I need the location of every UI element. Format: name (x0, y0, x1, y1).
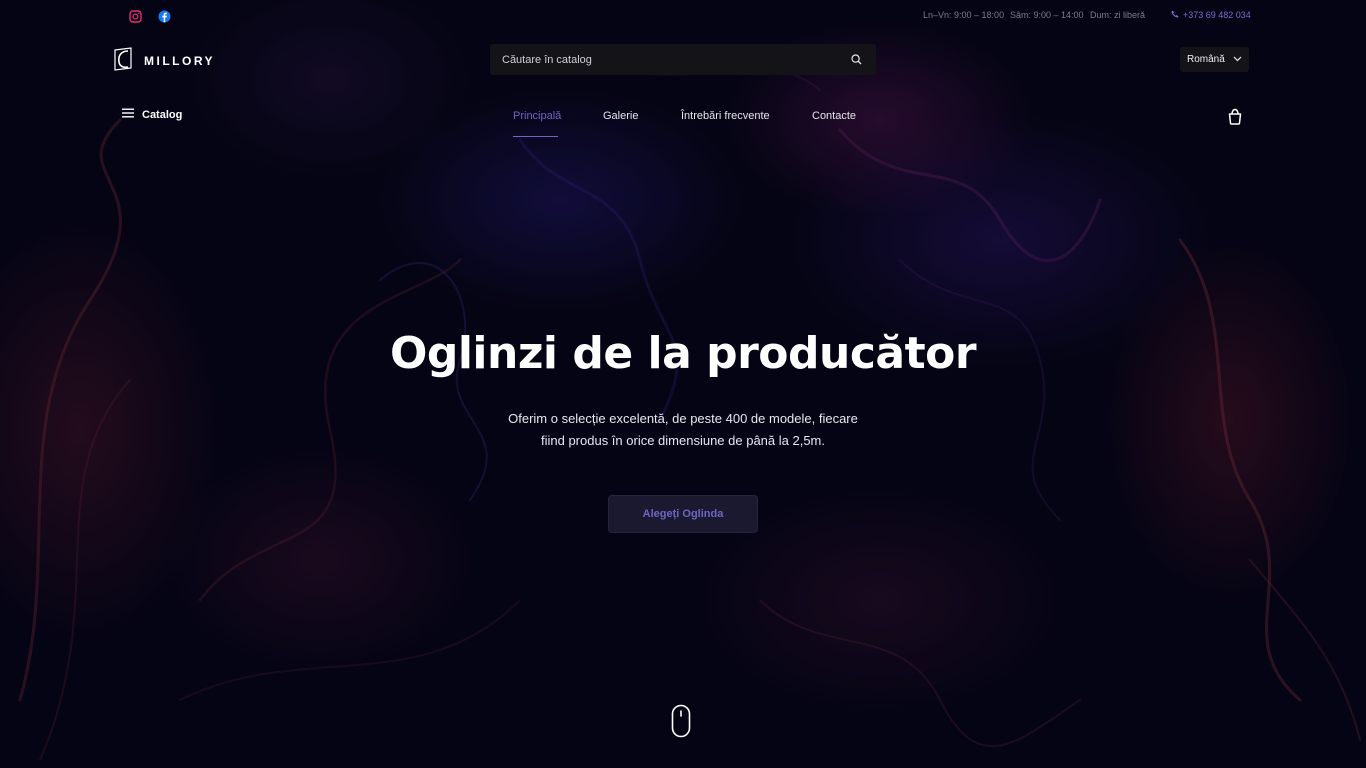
language-selected: Română (1187, 54, 1225, 65)
search-icon[interactable] (848, 52, 864, 68)
hero-subtitle-line-2: fiind produs în orice dimensiune de până… (540, 433, 825, 448)
hours-weekdays: Ln–Vn: 9:00 – 18:00 (923, 10, 1005, 20)
nav-item-contacte[interactable]: Contacte (812, 110, 856, 122)
facebook-icon[interactable] (156, 8, 172, 24)
nav-active-indicator (513, 136, 558, 137)
instagram-icon[interactable] (127, 8, 143, 24)
search-input[interactable] (502, 53, 848, 66)
nav-item-galerie[interactable]: Galerie (603, 110, 638, 122)
search-bar (490, 44, 876, 75)
logo-mark-icon (112, 46, 134, 76)
cart-icon[interactable] (1226, 107, 1244, 125)
menu-icon (122, 108, 134, 121)
logo-text: MILLORY (144, 54, 216, 68)
catalog-button[interactable]: Catalog (122, 108, 182, 121)
hours-sunday: Dum: zi liberă (1090, 10, 1146, 20)
nav-item-principala[interactable]: Principală (513, 110, 561, 122)
nav-item-intrebari-frecvente[interactable]: Întrebări frecvente (681, 110, 770, 122)
choose-mirror-button[interactable]: Alegeți Oglinda (608, 495, 758, 533)
phone-number: +373 69 482 034 (1183, 10, 1251, 20)
top-bar: Ln–Vn: 9:00 – 18:00 Sâm: 9:00 – 14:00 Du… (0, 0, 1366, 32)
hours-saturday: Sâm: 9:00 – 14:00 (1010, 10, 1084, 20)
mouse-scroll-icon[interactable] (671, 704, 691, 742)
logo[interactable]: MILLORY (112, 46, 215, 76)
chevron-down-icon (1233, 54, 1242, 65)
language-select[interactable]: Română (1180, 47, 1249, 72)
phone-link[interactable]: +373 69 482 034 (1171, 10, 1251, 20)
hero-subtitle: Oferim o selecție excelentă, de peste 40… (483, 408, 883, 452)
catalog-label: Catalog (142, 108, 183, 121)
hero-title: Oglinzi de la producător (389, 328, 977, 379)
phone-icon (1171, 10, 1179, 20)
hero-subtitle-line-1: Oferim o selecție excelentă, de peste 40… (508, 411, 858, 426)
